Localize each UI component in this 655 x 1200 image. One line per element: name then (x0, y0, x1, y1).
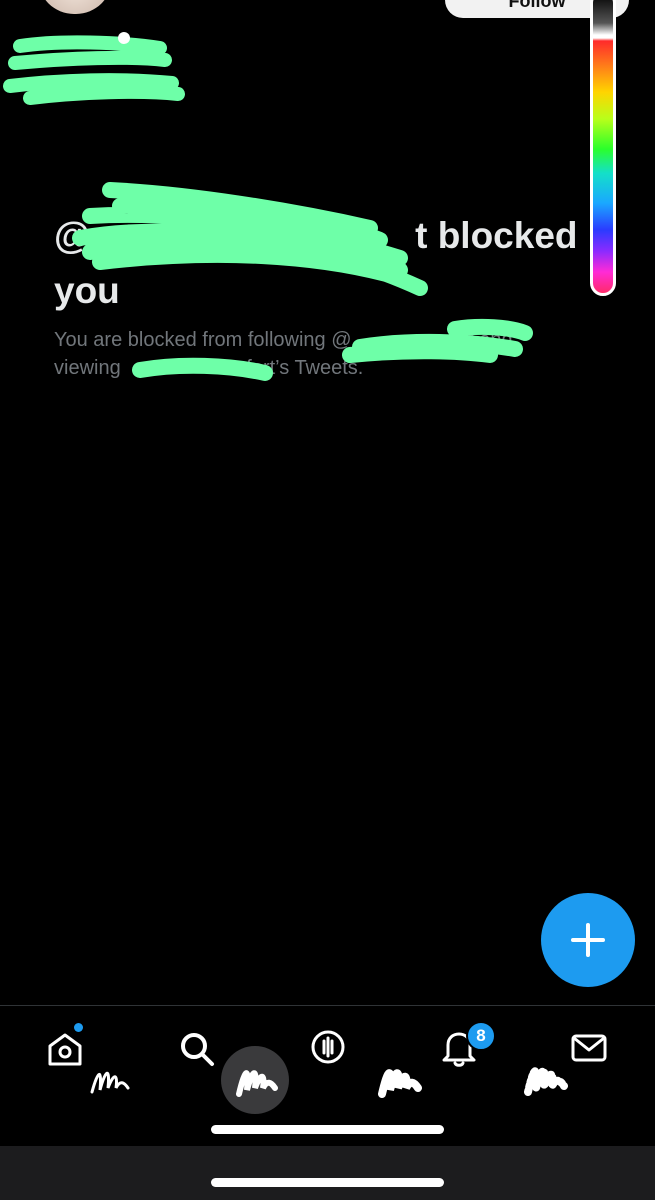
spaces-icon (311, 1030, 345, 1064)
bottom-system-bar (0, 1146, 655, 1200)
plus-icon (571, 923, 605, 957)
redaction-scribble-profile-name (3, 32, 185, 105)
tab-spaces[interactable] (309, 1028, 347, 1068)
blocked-handle-suffix: t (415, 215, 428, 256)
home-unread-dot (74, 1023, 83, 1032)
color-picker-slider[interactable] (590, 0, 616, 296)
blocked-description-line2-prefix: viewing (54, 357, 127, 379)
search-icon (181, 1033, 214, 1066)
avatar[interactable] (38, 0, 112, 14)
blocked-description: You are blocked from following @ rt and vi… (54, 326, 564, 382)
blocked-description-line1-suffix: rt and (461, 329, 513, 351)
blocked-description-line1-prefix: You are blocked from following @ (54, 329, 352, 351)
blocked-title: @ t blocked you (54, 208, 594, 318)
pattern-tool[interactable] (522, 1058, 568, 1098)
blocked-handle-prefix: @ (54, 215, 91, 256)
home-indicator (211, 1125, 444, 1134)
highlighter-tool[interactable] (376, 1060, 422, 1100)
pen-icon (90, 1071, 130, 1094)
notifications-badge: 8 (466, 1021, 496, 1051)
messages-icon (571, 1034, 607, 1062)
pattern-icon (524, 1067, 568, 1096)
tab-search[interactable] (178, 1030, 216, 1068)
pen-tool[interactable] (88, 1062, 132, 1098)
marker-icon (236, 1070, 278, 1097)
blocked-title-rest: blocked you (54, 215, 578, 311)
marker-tool[interactable] (233, 1060, 279, 1100)
blocked-description-line2-suffix: fort’s Tweets. (246, 357, 364, 379)
highlighter-icon (378, 1069, 422, 1098)
tab-messages[interactable] (571, 1032, 607, 1064)
home-icon (48, 1033, 82, 1066)
bottom-system-indicator (211, 1178, 444, 1187)
compose-tweet-button[interactable] (541, 893, 635, 987)
tab-home[interactable] (46, 1030, 84, 1068)
